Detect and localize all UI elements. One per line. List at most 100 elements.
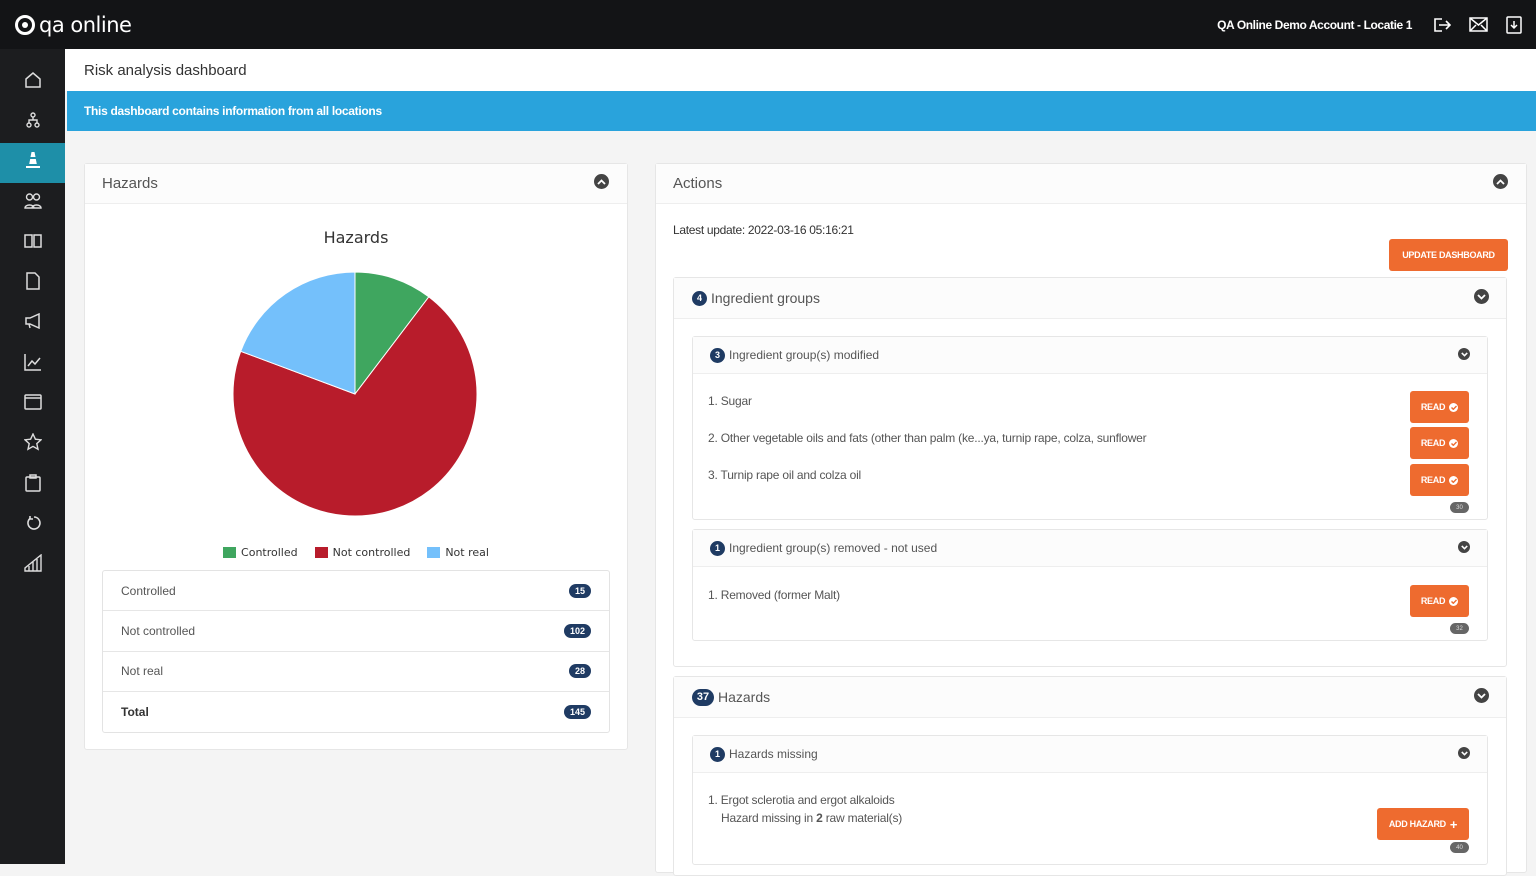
count-badge: 28	[568, 664, 591, 679]
chevron-up-icon[interactable]	[1493, 174, 1508, 189]
hazards-panel-title: Hazards	[102, 175, 158, 192]
count-badge: 3	[710, 347, 725, 363]
button-label: READ	[1420, 402, 1446, 412]
hazard-count-table: Controlled 15 Not controlled 102 Not real 2…	[102, 570, 610, 734]
count-badge: 37	[692, 688, 714, 706]
home-icon	[24, 71, 42, 94]
legend-item[interactable]: Not real	[427, 546, 489, 559]
main-content: Risk analysis dashboard This dashboard c…	[65, 49, 1536, 876]
sidebar-item-risk-analysis[interactable]	[0, 142, 65, 183]
hazards-section: 37 Hazards 1 Hazards missing 1. Ergot sc…	[673, 676, 1507, 876]
subsection-header[interactable]: 1 Hazards missing	[693, 736, 1487, 773]
ingredient-groups-section: 4 Ingredient groups 3 Ingredient group(s…	[673, 277, 1507, 667]
update-dashboard-button[interactable]: UPDATE DASHBOARD	[1389, 239, 1508, 271]
sidebar-item-favorites[interactable]	[0, 425, 65, 465]
hazards-section-header[interactable]: 37 Hazards	[674, 677, 1506, 718]
row-label: Controlled	[121, 583, 176, 598]
chevron-down-icon[interactable]	[1474, 289, 1489, 304]
logo-text: qa online	[39, 12, 132, 37]
chevron-down-icon[interactable]	[1474, 688, 1489, 703]
users-icon	[23, 192, 42, 214]
hazards-panel: Hazards Hazards Controlled Not controlle…	[84, 163, 628, 750]
legend-label: Not controlled	[332, 546, 411, 559]
page-title: Risk analysis dashboard	[84, 61, 247, 79]
sidebar-item-users[interactable]	[0, 183, 65, 223]
actions-panel-title: Actions	[673, 175, 723, 192]
list-item: 3. Turnip rape oil and colza oil	[708, 468, 862, 482]
list-item: 1. Ergot sclerotia and ergot alkaloids	[708, 793, 895, 807]
count-badge: 102	[563, 623, 591, 638]
chevron-down-icon[interactable]	[1458, 348, 1470, 360]
hazards-missing-subsection: 1 Hazards missing 1. Ergot sclerotia and…	[692, 735, 1488, 865]
actions-panel: Actions Latest update: 2022-03-16 05:16:…	[655, 163, 1527, 876]
org-chart-icon	[25, 112, 41, 133]
megaphone-icon	[24, 313, 42, 334]
read-button[interactable]: READ	[1410, 464, 1469, 496]
sidebar-item-history[interactable]	[0, 505, 65, 545]
logo-icon	[15, 14, 35, 35]
row-label: Total	[121, 705, 149, 720]
count-badge: 15	[568, 583, 591, 598]
count-badge: 4	[692, 290, 707, 306]
sidebar-item-documents[interactable]	[0, 263, 65, 303]
button-label: READ	[1420, 596, 1446, 606]
download-icon[interactable]	[1504, 15, 1524, 35]
ingredient-groups-header[interactable]: 4 Ingredient groups	[674, 278, 1506, 319]
sidebar-item-reports[interactable]	[0, 344, 65, 384]
sidebar-item-tasks[interactable]	[0, 465, 65, 505]
mail-icon[interactable]	[1468, 15, 1488, 35]
count-badge: 1	[710, 746, 725, 762]
count-badge: 145	[563, 705, 591, 720]
account-name[interactable]: QA Online Demo Account - Locatie 1	[1217, 18, 1412, 32]
sidebar-item-statistics[interactable]	[0, 546, 65, 586]
small-count-badge: 32	[1450, 623, 1469, 634]
chart-title: Hazards	[323, 228, 389, 247]
sidebar-item-calendar[interactable]	[0, 384, 65, 424]
row-label: Not real	[121, 664, 164, 679]
top-bar: qa online QA Online Demo Account - Locat…	[0, 0, 1536, 49]
list-item: 1. Removed (former Malt)	[708, 588, 840, 602]
add-hazard-button[interactable]: ADD HAZARD +	[1377, 808, 1469, 840]
legend-item[interactable]: Controlled	[223, 546, 298, 559]
section-title: Ingredient groups	[711, 290, 820, 306]
read-button[interactable]: READ	[1410, 585, 1469, 617]
table-row-total: Total 145	[103, 692, 609, 732]
row-label: Not controlled	[121, 623, 196, 638]
subsection-header[interactable]: 1 Ingredient group(s) removed - not used	[693, 530, 1487, 567]
check-circle-icon	[1449, 475, 1459, 485]
ingredient-removed-subsection: 1 Ingredient group(s) removed - not used…	[692, 529, 1488, 641]
read-button[interactable]: READ	[1410, 391, 1469, 423]
count-badge: 1	[710, 540, 725, 556]
table-row: Not real 28	[103, 652, 609, 692]
logout-icon[interactable]	[1432, 15, 1452, 35]
subsection-title: Ingredient group(s) removed - not used	[729, 541, 938, 555]
read-button[interactable]: READ	[1410, 427, 1469, 459]
chevron-up-icon[interactable]	[594, 174, 609, 189]
button-label: READ	[1420, 475, 1446, 485]
chevron-down-icon[interactable]	[1458, 747, 1470, 759]
legend-swatch-not-controlled	[314, 547, 328, 558]
refresh-icon	[25, 515, 41, 536]
sidebar-item-organization[interactable]	[0, 102, 65, 142]
subsection-header[interactable]: 3 Ingredient group(s) modified	[693, 337, 1487, 374]
logo[interactable]: qa online	[15, 12, 132, 37]
hazard-missing-detail: Hazard missing in 2 raw material(s)	[721, 811, 902, 825]
sidebar-item-home[interactable]	[0, 62, 65, 102]
chart-line-icon	[23, 353, 42, 376]
button-label: READ	[1420, 438, 1446, 448]
sidebar-item-manual[interactable]	[0, 223, 65, 263]
info-banner: This dashboard contains information from…	[67, 91, 1536, 131]
list-item: 1. Sugar	[708, 394, 752, 408]
legend-label: Controlled	[241, 546, 298, 559]
table-row: Controlled 15	[103, 571, 609, 612]
plus-icon: +	[1449, 816, 1458, 832]
chevron-down-icon[interactable]	[1458, 541, 1470, 553]
sidebar-item-announcements[interactable]	[0, 304, 65, 344]
window-icon	[23, 394, 42, 415]
table-row: Not controlled 102	[103, 611, 609, 652]
legend-item[interactable]: Not controlled	[314, 546, 411, 559]
document-icon	[25, 272, 40, 295]
chart-legend: Controlled Not controlled Not real	[85, 546, 627, 559]
section-title: Hazards	[718, 689, 771, 705]
button-label: ADD HAZARD	[1388, 819, 1446, 829]
